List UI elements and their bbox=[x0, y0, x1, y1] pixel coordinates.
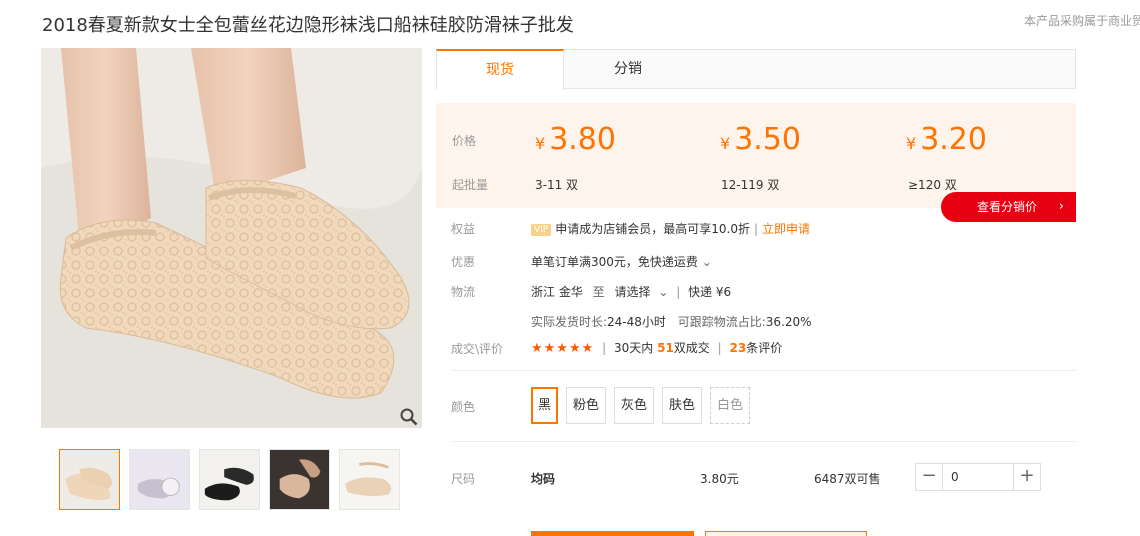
thumbnail-2[interactable] bbox=[129, 449, 190, 510]
color-option-skin[interactable]: 肤色 bbox=[662, 387, 703, 424]
rating-stars: ★★★★★ bbox=[531, 341, 595, 356]
chevron-down-icon: ⌄ bbox=[658, 285, 669, 299]
qty-tier-1: 3-11 双 bbox=[535, 178, 579, 192]
deals-prefix: 30天内 bbox=[613, 341, 654, 355]
divider: | bbox=[717, 341, 722, 355]
shipping-stats: 实际发货时长:24-48小时 可跟踪物流占比:36.20% bbox=[531, 313, 812, 330]
chevron-down-icon: ⌄ bbox=[701, 255, 712, 269]
color-option-black[interactable]: 黑 bbox=[531, 387, 559, 424]
vip-icon: VIP bbox=[531, 224, 552, 236]
size-label: 尺码 bbox=[451, 472, 476, 486]
divider: | bbox=[602, 341, 607, 355]
discount-label: 优惠 bbox=[451, 255, 476, 269]
thumbnail-strip bbox=[59, 449, 400, 510]
track-ratio-value: 36.20% bbox=[765, 315, 812, 329]
sale-type-tabs: 现货 分销 bbox=[436, 49, 1076, 90]
reviews-label: 成交\评价 bbox=[451, 342, 504, 356]
minus-button[interactable]: − bbox=[916, 464, 942, 490]
thumbnail-3[interactable] bbox=[199, 449, 260, 510]
rights-label: 权益 bbox=[451, 222, 476, 236]
divider-line bbox=[451, 370, 1076, 371]
track-ratio-label: 可跟踪物流占比: bbox=[677, 315, 766, 329]
discount-text: 单笔订单满300元，免快递运费 bbox=[531, 255, 698, 269]
size-value: 均码 bbox=[531, 472, 556, 486]
color-option-pink[interactable]: 粉色 bbox=[566, 387, 607, 424]
price-label: 价格 bbox=[452, 134, 477, 148]
thumbnail-1[interactable] bbox=[59, 449, 120, 510]
reviews-count[interactable]: 23 bbox=[730, 341, 747, 355]
price-tier-2: ¥3.50 bbox=[720, 122, 801, 157]
currency-symbol: ¥ bbox=[906, 134, 917, 153]
tab-distribution[interactable]: 分销 bbox=[564, 49, 692, 90]
color-label: 颜色 bbox=[451, 400, 476, 414]
price-value: 3.50 bbox=[734, 122, 801, 157]
thumbnail-5[interactable] bbox=[339, 449, 400, 510]
divider: | bbox=[676, 285, 681, 299]
qty-tier-3: ≥120 双 bbox=[908, 178, 957, 192]
min-qty-label: 起批量 bbox=[452, 178, 489, 192]
destination-select[interactable]: 请选择 ⌄ bbox=[615, 285, 669, 299]
add-to-cart-button[interactable] bbox=[705, 531, 867, 536]
origin-location: 浙江 金华 bbox=[531, 285, 583, 299]
divider-line bbox=[451, 441, 1076, 442]
rights-row: VIP 申请成为店铺会员，最高可享10.0折 | 立即申请 bbox=[531, 220, 810, 237]
commercial-notice: 本产品采购属于商业贸 bbox=[1024, 14, 1140, 28]
product-title: 2018春夏新款女士全包蕾丝花边隐形袜浅口船袜硅胶防滑袜子批发 bbox=[42, 15, 574, 36]
discount-row[interactable]: 单笔订单满300元，免快递运费 ⌄ bbox=[531, 253, 712, 270]
order-button[interactable] bbox=[531, 531, 694, 536]
dist-button-label: 查看分销价 bbox=[977, 200, 1038, 214]
reviews-row: ★★★★★ | 30天内 51双成交 | 23条评价 bbox=[531, 339, 782, 356]
tab-in-stock[interactable]: 现货 bbox=[436, 49, 564, 90]
to-text: 至 bbox=[592, 285, 605, 299]
color-option-gray[interactable]: 灰色 bbox=[614, 387, 655, 424]
ship-time-label: 实际发货时长: bbox=[531, 315, 608, 329]
quantity-stepper: − 0 + bbox=[915, 463, 1041, 491]
price-value: 3.80 bbox=[549, 122, 616, 157]
chevron-right-icon: › bbox=[1058, 199, 1064, 214]
apply-now-link[interactable]: 立即申请 bbox=[762, 222, 810, 236]
ship-time-value: 24-48小时 bbox=[607, 315, 666, 329]
currency-symbol: ¥ bbox=[535, 134, 546, 153]
price-tier-3: ¥3.20 bbox=[906, 122, 987, 157]
price-value: 3.20 bbox=[920, 122, 987, 157]
qty-tier-2: 12-119 双 bbox=[721, 178, 780, 192]
currency-symbol: ¥ bbox=[720, 134, 731, 153]
deals-count[interactable]: 51 bbox=[657, 341, 674, 355]
price-tier-1: ¥3.80 bbox=[535, 122, 616, 157]
thumbnail-4[interactable] bbox=[269, 449, 330, 510]
size-stock: 6487双可售 bbox=[814, 472, 881, 486]
express-fee: 快递 ¥6 bbox=[688, 285, 732, 299]
logistics-row: 浙江 金华 至 请选择 ⌄ | 快递 ¥6 bbox=[531, 283, 731, 300]
zoom-icon[interactable] bbox=[400, 408, 418, 426]
socks-photo bbox=[41, 48, 422, 428]
plus-button[interactable]: + bbox=[1014, 464, 1040, 490]
size-price: 3.80元 bbox=[700, 472, 739, 486]
logistics-label: 物流 bbox=[451, 285, 476, 299]
quantity-input[interactable]: 0 bbox=[942, 464, 1014, 490]
deals-suffix: 双成交 bbox=[673, 341, 710, 355]
divider: | bbox=[753, 222, 759, 236]
main-product-image[interactable] bbox=[41, 48, 422, 428]
rights-text: 申请成为店铺会员，最高可享10.0折 bbox=[555, 222, 750, 236]
reviews-suffix: 条评价 bbox=[746, 341, 783, 355]
color-option-white[interactable]: 白色 bbox=[710, 387, 751, 424]
view-distribution-price-button[interactable]: 查看分销价 › bbox=[941, 192, 1076, 222]
